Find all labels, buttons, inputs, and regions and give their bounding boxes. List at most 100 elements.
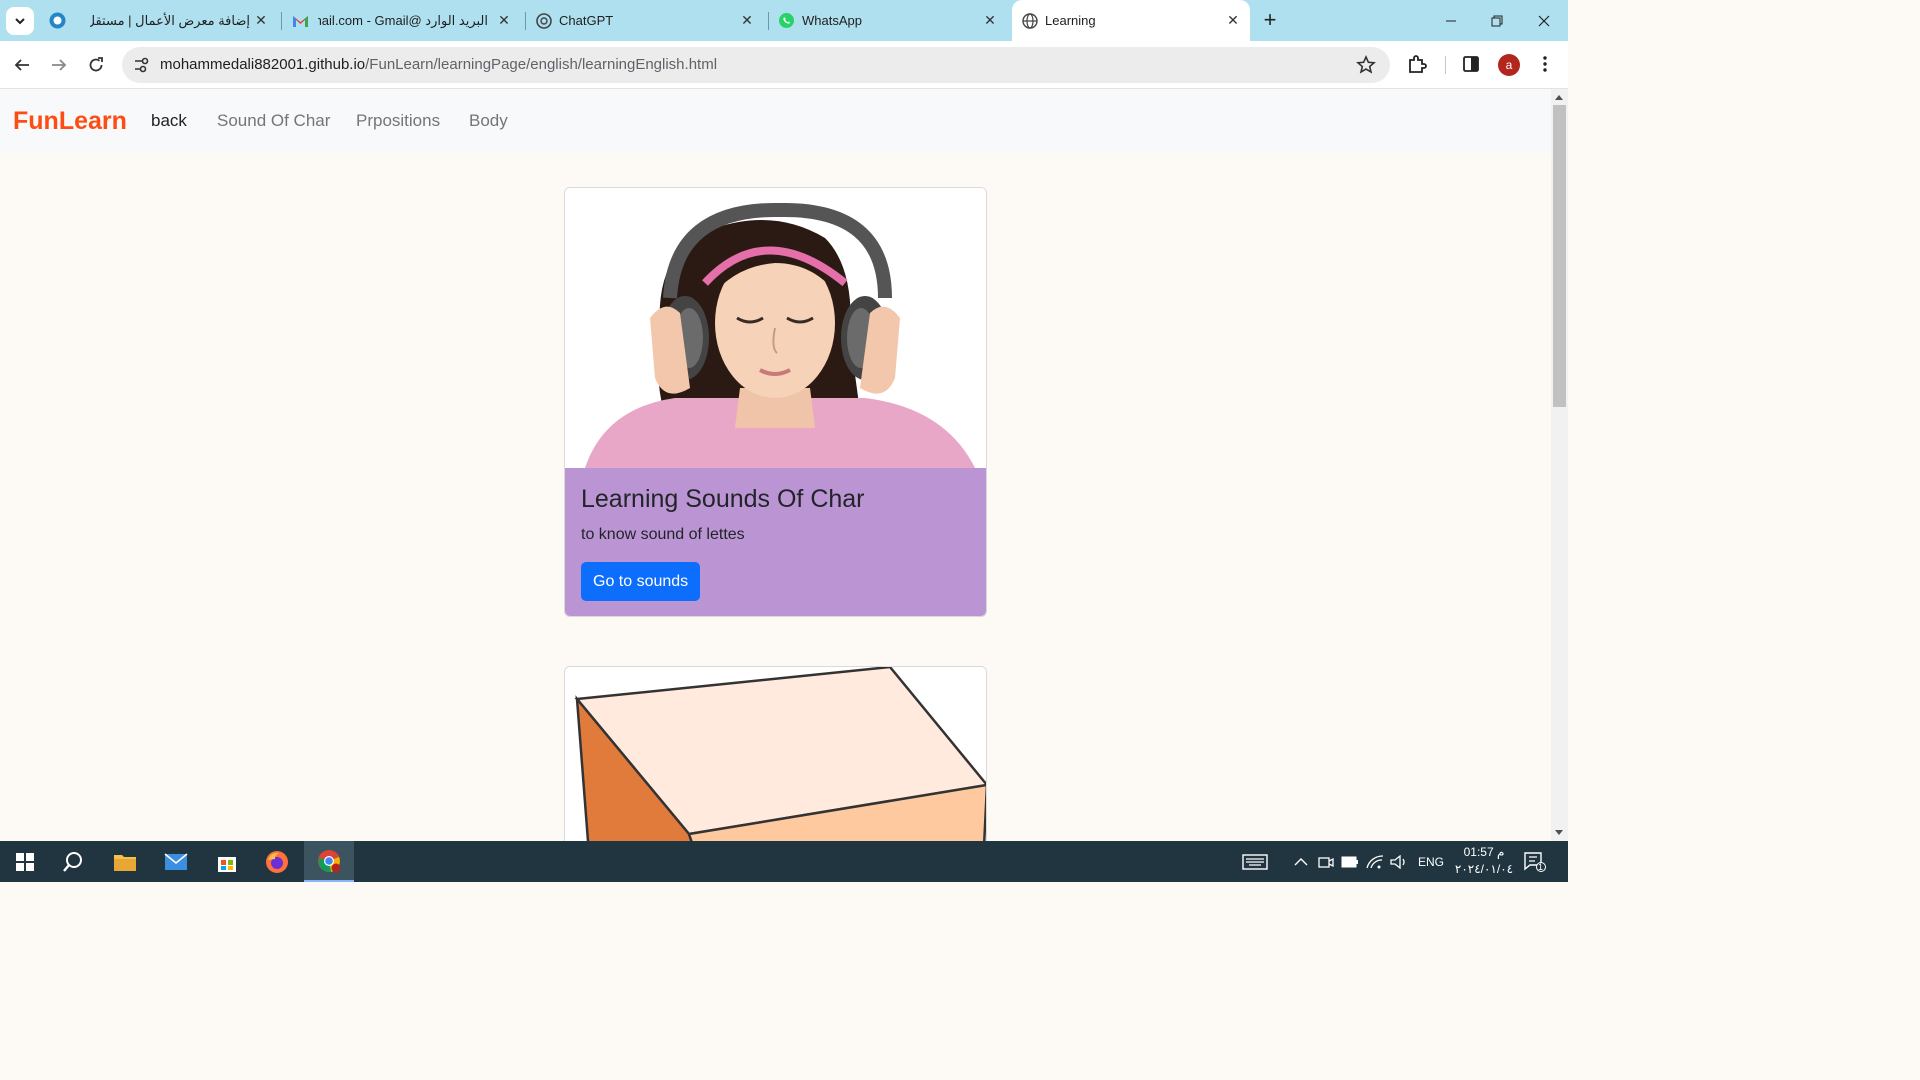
card-prepositions [564, 666, 987, 841]
taskbar-search-button[interactable] [48, 841, 98, 882]
clock-time: 01:57 م [1463, 845, 1505, 859]
nav-link-prepositions[interactable]: Prpositions [356, 110, 440, 132]
windows-logo-icon [16, 852, 34, 871]
arrow-right-icon [52, 59, 67, 71]
tab-chatgpt[interactable]: ChatGPT ✕ [534, 0, 764, 41]
minimize-icon [1446, 20, 1456, 21]
bookmark-star-icon[interactable] [1356, 55, 1376, 75]
close-icon [1538, 15, 1550, 26]
new-tab-button[interactable]: + [1259, 9, 1281, 31]
chevron-up-icon [1294, 857, 1308, 865]
more-vertical-icon [1543, 56, 1547, 72]
puzzle-icon [1409, 55, 1427, 73]
notification-count: 1 [1538, 862, 1544, 872]
url-host: mohammedali882001.github.io [160, 56, 366, 73]
search-icon [63, 851, 82, 872]
chevron-down-icon [15, 18, 25, 25]
mostaql-icon [49, 12, 66, 29]
reload-button[interactable] [82, 51, 110, 79]
restore-button[interactable] [1474, 0, 1520, 41]
back-button[interactable] [8, 51, 36, 79]
tab-title: Learning [1045, 13, 1096, 28]
mail-icon [164, 852, 188, 870]
tab-title: WhatsApp [802, 13, 862, 28]
card-learning-sounds: Learning Sounds Of Char to know sound of… [564, 187, 987, 617]
taskbar-firefox[interactable] [252, 841, 302, 882]
url-text[interactable]: mohammedali882001.github.io/FunLearn/lea… [160, 56, 717, 74]
address-bar[interactable]: mohammedali882001.github.io/FunLearn/lea… [122, 47, 1390, 83]
nav-link-sound-of-char[interactable]: Sound Of Char [217, 110, 330, 132]
scroll-down-arrow-icon[interactable] [1555, 830, 1563, 835]
restore-icon [1491, 15, 1503, 26]
tab-whatsapp[interactable]: WhatsApp ✕ [777, 0, 1007, 41]
extensions-button[interactable] [1406, 53, 1428, 75]
nav-link-body[interactable]: Body [469, 110, 508, 132]
site-navbar: FunLearn back Sound Of Char Prpositions … [0, 89, 1551, 153]
tray-battery[interactable] [1341, 841, 1359, 882]
profile-avatar[interactable]: a [1498, 54, 1520, 76]
site-settings-icon[interactable] [132, 56, 150, 74]
reload-icon [89, 57, 103, 72]
close-icon[interactable]: ✕ [982, 12, 998, 28]
page-scrollbar[interactable] [1551, 89, 1568, 841]
side-panel-icon [1463, 56, 1479, 72]
card-body: Learning Sounds Of Char to know sound of… [565, 468, 986, 616]
tab-learning[interactable]: Learning ✕ [1012, 0, 1250, 41]
close-window-button[interactable] [1521, 0, 1567, 41]
toolbar-divider [1445, 56, 1446, 74]
close-icon[interactable]: ✕ [739, 12, 755, 28]
tray-keyboard-indicator[interactable] [1242, 841, 1268, 882]
tab-gmail[interactable]: البريد الوارد @gmail.com - Gmail ✕ [290, 0, 520, 41]
card-description: to know sound of lettes [581, 526, 745, 543]
globe-icon [1021, 12, 1038, 29]
camera-icon [1318, 856, 1334, 868]
go-to-sounds-button[interactable]: Go to sounds [581, 562, 701, 601]
arrow-left-icon [14, 59, 29, 71]
keyboard-icon [1242, 853, 1268, 870]
card-title: Learning Sounds Of Char [581, 485, 865, 513]
tray-volume[interactable] [1390, 841, 1408, 882]
tab-mostaql[interactable]: إضافة معرض الأعمال | مستقل ✕ [46, 0, 276, 41]
scroll-up-arrow-icon[interactable] [1555, 95, 1563, 100]
tab-strip: إضافة معرض الأعمال | مستقل ✕ البريد الوا… [0, 0, 1568, 41]
scrollbar-thumb[interactable] [1553, 105, 1566, 407]
chrome-icon [318, 849, 341, 872]
chatgpt-icon [535, 12, 552, 29]
tab-title: البريد الوارد @gmail.com - Gmail [318, 13, 488, 28]
close-icon[interactable]: ✕ [496, 12, 512, 28]
card-image-box [565, 667, 986, 841]
tray-language[interactable]: ENG [1418, 841, 1444, 882]
taskbar-store[interactable] [202, 841, 252, 882]
minimize-button[interactable] [1428, 0, 1474, 41]
url-path: /FunLearn/learningPage/english/learningE… [365, 56, 718, 73]
firefox-icon [266, 850, 288, 873]
brand-logo[interactable]: FunLearn [13, 106, 127, 136]
forward-button[interactable] [45, 51, 73, 79]
tab-title: ChatGPT [559, 13, 614, 28]
tab-search-button[interactable] [6, 7, 34, 35]
taskbar-mail[interactable] [151, 841, 201, 882]
taskbar-chrome[interactable] [304, 841, 354, 882]
volume-icon [1390, 854, 1405, 869]
close-icon[interactable]: ✕ [253, 12, 269, 28]
battery-icon [1341, 856, 1358, 867]
start-button[interactable] [0, 841, 50, 882]
card-image-girl-headphones [565, 188, 986, 468]
tray-show-hidden[interactable] [1294, 841, 1308, 882]
side-panel-button[interactable] [1460, 53, 1482, 75]
clock-date: ٢٠٢٤/٠١/٠٤ [1454, 862, 1514, 876]
chrome-menu-button[interactable] [1534, 53, 1556, 75]
close-icon[interactable]: ✕ [1225, 12, 1241, 28]
wifi-icon [1366, 854, 1384, 868]
windows-taskbar: ENG 01:57 م ٢٠٢٤/٠١/٠٤ 1 [0, 841, 1568, 882]
tray-clock[interactable]: 01:57 م ٢٠٢٤/٠١/٠٤ [1449, 844, 1519, 878]
page-viewport: FunLearn back Sound Of Char Prpositions … [0, 89, 1551, 841]
tab-separator [525, 12, 526, 30]
nav-link-back[interactable]: back [151, 110, 187, 132]
tab-separator [281, 12, 282, 30]
tray-notifications[interactable]: 1 [1524, 841, 1546, 882]
taskbar-file-explorer[interactable] [100, 841, 150, 882]
folder-icon [114, 854, 136, 871]
tray-wifi[interactable] [1366, 841, 1384, 882]
tray-meet-now[interactable] [1318, 841, 1334, 882]
